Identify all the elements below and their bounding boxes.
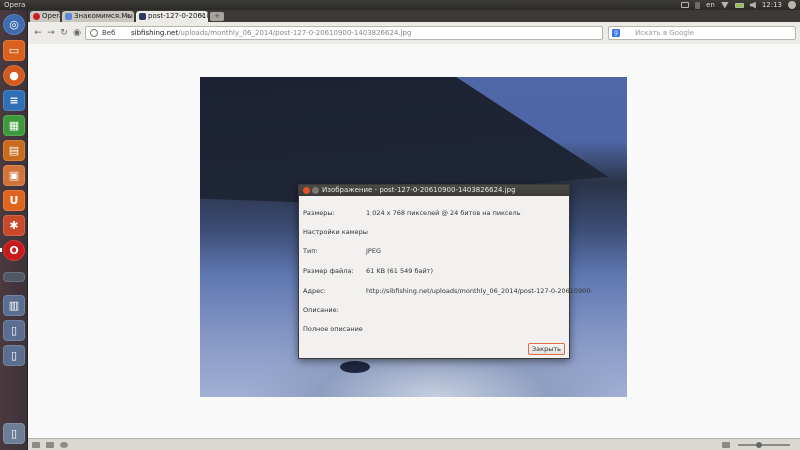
panels-toggle-icon[interactable] — [32, 442, 40, 448]
google-icon[interactable]: g — [612, 29, 620, 37]
drive-icon[interactable]: ▥ — [3, 295, 25, 316]
clock[interactable]: 12:13 — [762, 0, 782, 10]
settings-icon[interactable]: ✱ — [3, 215, 25, 236]
url-text[interactable]: sibfishing.net/uploads/monthly_06_2014/p… — [131, 27, 411, 39]
camera-settings-label: Настройки камеры — [303, 228, 368, 236]
dimensions-value: 1 024 x 768 пикселей @ 24 битов на пиксе… — [366, 209, 521, 217]
opera-icon[interactable]: O — [3, 240, 25, 261]
zoom-slider-handle[interactable] — [756, 442, 762, 448]
window-close-icon[interactable] — [303, 187, 310, 194]
url-domain: sibfishing.net — [131, 29, 179, 37]
system-tray: en 12:13 — [681, 0, 796, 10]
forward-button[interactable]: → — [45, 27, 57, 39]
globe-icon — [90, 29, 98, 37]
site-favicon-icon — [65, 13, 72, 20]
dialog-titlebar: Изображение - post-127-0-20610900-140382… — [299, 185, 569, 196]
description-label: Описание: — [303, 306, 339, 314]
address-label: Адрес: — [303, 287, 326, 295]
status-bar — [28, 438, 800, 450]
file-size-label: Размер файла: — [303, 267, 354, 275]
workspaces-icon[interactable] — [3, 272, 25, 282]
image-toggle-icon[interactable] — [722, 442, 730, 448]
usb-drive-2-icon[interactable]: ▯ — [3, 345, 25, 366]
zoom-slider[interactable] — [738, 444, 790, 446]
file-size-value: 61 KB (61 549 байт) — [366, 267, 434, 275]
mail-status-icon[interactable] — [46, 442, 54, 448]
type-label: Тип: — [303, 247, 318, 255]
tab-close-icon[interactable]: × — [199, 11, 205, 22]
dialog-title: Изображение - post-127-0-20610900-140382… — [322, 186, 516, 194]
address-value[interactable]: http://sibfishing.net/uploads/monthly_06… — [366, 287, 593, 295]
software-center-icon[interactable]: ▣ — [3, 165, 25, 186]
navigation-bar: ← → ↻ ◉ Веб sibfishing.net/uploads/month… — [28, 22, 800, 44]
ubuntu-one-icon[interactable]: U — [3, 190, 25, 211]
image-favicon-icon — [139, 13, 146, 20]
image-ice-hole — [340, 361, 370, 373]
keyboard-layout-indicator[interactable]: en — [706, 0, 715, 10]
writer-icon[interactable]: ≡ — [3, 90, 25, 111]
files-icon[interactable]: ▭ — [3, 40, 25, 61]
tab-opera[interactable]: Opera — [30, 11, 60, 22]
search-bar[interactable]: g Искать в Google — [608, 26, 796, 40]
back-button[interactable]: ← — [32, 27, 44, 39]
network-icon[interactable] — [720, 1, 729, 9]
impress-icon[interactable]: ▤ — [3, 140, 25, 161]
opera-favicon-icon — [33, 13, 40, 20]
speed-status-icon[interactable] — [60, 442, 68, 448]
dimensions-label: Размеры: — [303, 209, 335, 217]
tab-post-image[interactable]: post-127-0-2061090 × — [136, 11, 208, 22]
browser-chrome: Opera Знакомимся.Мы × post-127-0-2061090… — [28, 10, 800, 44]
firefox-icon[interactable]: ● — [3, 65, 25, 86]
speed-dial-icon[interactable]: ◉ — [71, 27, 83, 39]
search-placeholder: Искать в Google — [635, 29, 695, 37]
new-tab-button[interactable]: + — [210, 12, 224, 21]
reload-button[interactable]: ↻ — [58, 27, 70, 39]
trash-icon[interactable]: ▯ — [3, 423, 25, 444]
tab-strip: Opera Знакомимся.Мы × post-127-0-2061090… — [28, 10, 800, 22]
address-prefix: Веб — [102, 29, 116, 37]
bluetooth-icon[interactable] — [695, 1, 701, 9]
full-description-label: Полное описание — [303, 325, 363, 333]
volume-icon[interactable] — [749, 1, 756, 9]
type-value: JPEG — [366, 247, 381, 255]
tab-close-icon[interactable]: × — [125, 11, 131, 22]
tab-label: Opera — [42, 12, 60, 20]
tab-label: Знакомимся.Мы — [74, 12, 133, 20]
session-gear-icon[interactable] — [788, 1, 796, 9]
image-properties-dialog: Изображение - post-127-0-20610900-140382… — [298, 184, 593, 359]
url-path: /uploads/monthly_06_2014/post-127-0-2061… — [178, 29, 412, 37]
window-minimize-icon[interactable] — [312, 187, 319, 194]
active-app-title: Opera — [4, 1, 26, 9]
dash-icon[interactable]: ◎ — [3, 14, 25, 35]
running-indicator — [0, 248, 2, 252]
unity-launcher: ◎ ▭ ● ≡ ▦ ▤ ▣ U ✱ O ▥ ▯ ▯ ▯ — [0, 10, 28, 450]
battery-icon[interactable] — [734, 2, 744, 8]
close-button[interactable]: Закрыть — [528, 343, 565, 355]
calc-icon[interactable]: ▦ — [3, 115, 25, 136]
address-bar[interactable]: Веб sibfishing.net/uploads/monthly_06_20… — [85, 26, 656, 40]
tab-znakomimsya[interactable]: Знакомимся.Мы × — [62, 11, 134, 22]
mail-icon[interactable] — [681, 2, 690, 8]
usb-drive-icon[interactable]: ▯ — [3, 320, 25, 341]
top-panel: Opera en 12:13 — [0, 0, 800, 10]
